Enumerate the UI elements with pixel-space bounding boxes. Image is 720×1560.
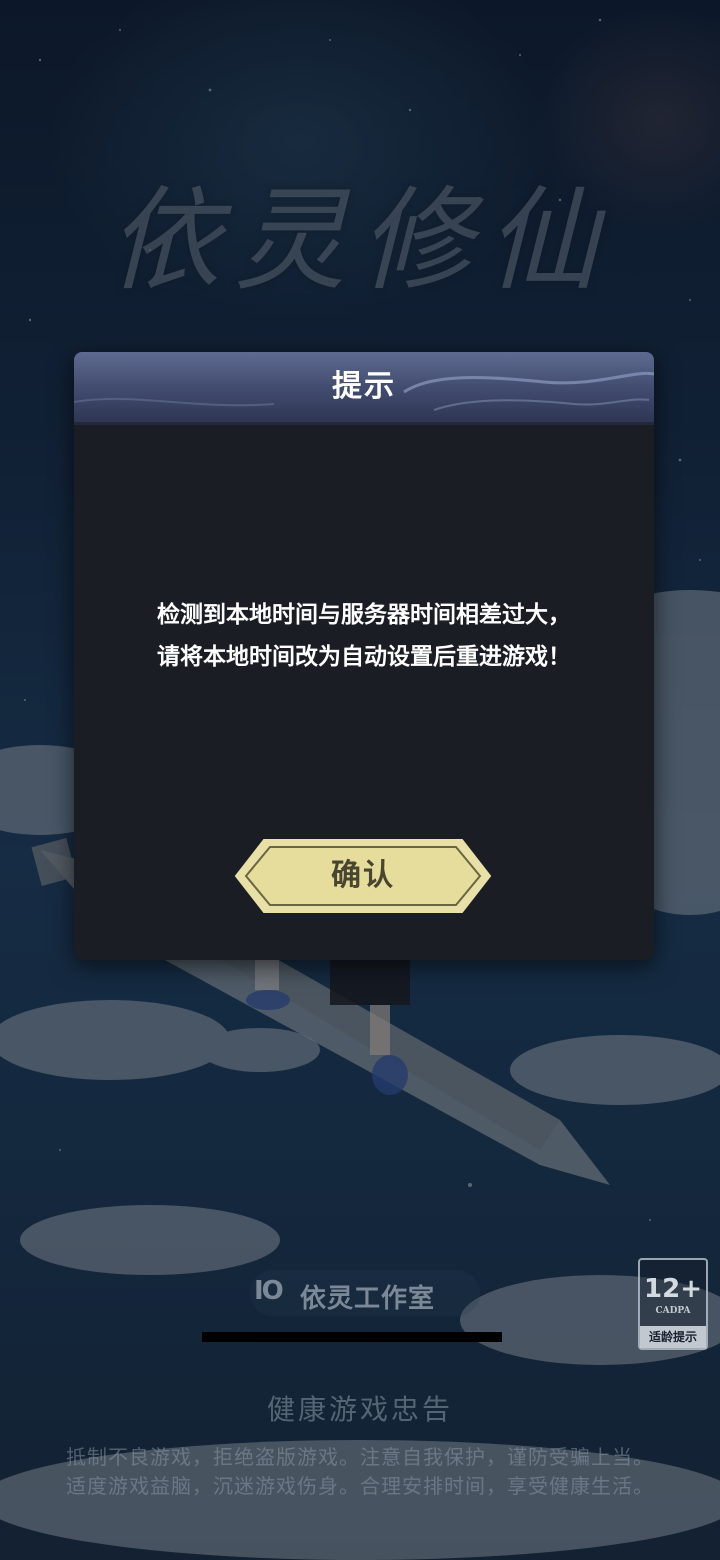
studio-name: 依灵工作室 xyxy=(300,1284,436,1314)
dialog-message: 检测到本地时间与服务器时间相差过大， 请将本地时间改为自动设置后重进游戏！ xyxy=(104,594,624,678)
dialog-message-line: 请将本地时间改为自动设置后重进游戏！ xyxy=(157,644,571,670)
alert-dialog: 提示 检测到本地时间与服务器时间相差过大， 请将本地时间改为自动设置后重进游戏！… xyxy=(74,352,654,960)
confirm-button-label: 确认 xyxy=(331,858,395,893)
health-advice-title: 健康游戏忠告 xyxy=(266,1393,453,1426)
age-rating-badge[interactable]: 12+ CADPA 适龄提示 xyxy=(638,1258,708,1350)
health-advice-line: 抵制不良游戏，拒绝盗版游戏。注意自我保护，谨防受骗上当。 xyxy=(66,1445,654,1469)
age-rating-number: 12+ xyxy=(644,1274,702,1304)
studio-branding: IO 依灵工作室 xyxy=(250,1270,480,1316)
age-rating-label: 适龄提示 xyxy=(640,1326,706,1348)
studio-logo-icon: IO xyxy=(254,1276,284,1306)
loading-bar xyxy=(202,1332,502,1342)
health-advice-line: 适度游戏益脑，沉迷游戏伤身。合理安排时间，享受健康生活。 xyxy=(66,1474,654,1498)
dialog-header: 提示 xyxy=(74,352,654,425)
dialog-message-line: 检测到本地时间与服务器时间相差过大， xyxy=(157,602,571,628)
age-rating-org: CADPA xyxy=(655,1306,691,1316)
confirm-button[interactable]: 确认 xyxy=(234,838,492,914)
dialog-title: 提示 xyxy=(332,369,396,404)
